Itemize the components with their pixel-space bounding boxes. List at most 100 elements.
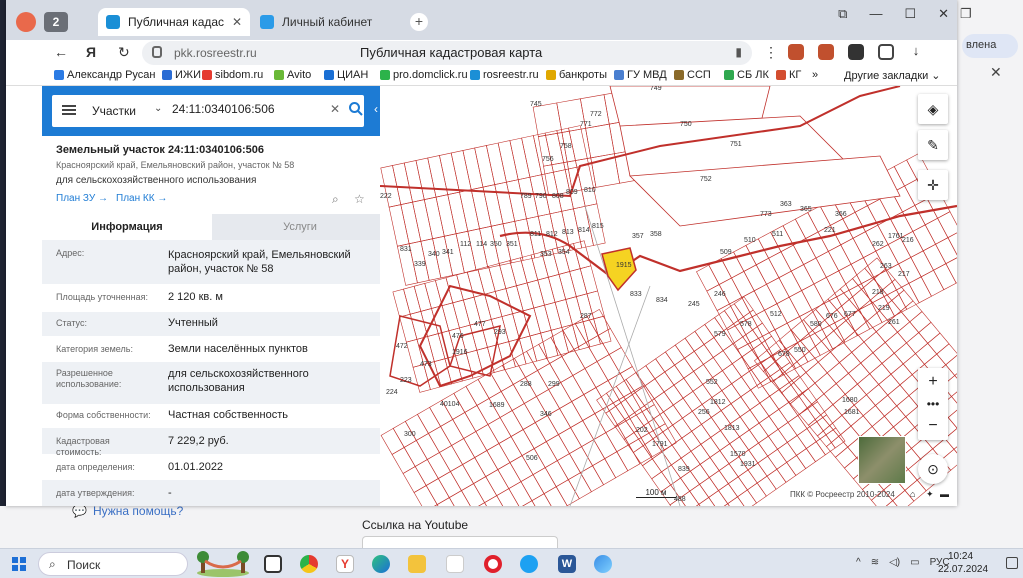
parcel[interactable] [423,196,445,240]
parcel[interactable] [769,368,790,390]
parcel[interactable] [727,496,748,506]
parcel[interactable] [835,372,858,395]
tab-information[interactable]: Информация [42,214,212,240]
store-icon[interactable] [446,555,464,573]
parcel[interactable] [497,341,516,370]
bookmark-item[interactable]: Александр Русан [54,69,156,81]
parcel[interactable] [708,470,729,491]
parcel[interactable] [413,485,438,506]
parcel[interactable] [564,166,586,210]
parcel[interactable] [554,299,573,328]
opera-icon[interactable] [484,555,502,573]
parcel[interactable] [875,394,898,417]
parcel[interactable] [615,399,636,420]
parcel[interactable] [531,493,556,506]
parcel[interactable] [690,443,711,465]
windows-start-icon[interactable] [12,557,26,571]
parcel[interactable] [779,361,800,383]
parcel[interactable] [708,490,729,506]
parcel[interactable] [718,463,739,485]
parcel[interactable] [767,448,788,470]
parcel[interactable] [424,504,449,506]
plan-kk-link[interactable]: План КК → [116,193,167,204]
parcel[interactable] [508,481,533,506]
parcel[interactable] [786,435,807,456]
parcel[interactable] [805,441,826,463]
parcel[interactable] [644,378,665,400]
parcel[interactable] [758,435,778,457]
parcel[interactable] [814,372,837,395]
satellite-minimap[interactable] [858,436,906,484]
parcel[interactable] [703,337,724,358]
parcel[interactable] [576,164,598,207]
parcel[interactable] [820,404,843,427]
parcel[interactable] [866,384,889,406]
parcel[interactable] [830,341,853,364]
parcel[interactable] [718,483,738,505]
new-tab-button[interactable]: + [410,13,428,31]
parcel[interactable] [684,350,704,372]
edge-icon[interactable] [372,555,390,573]
parcel[interactable] [829,414,852,437]
bookmark-item[interactable]: банкроты [546,69,607,81]
parcel[interactable] [882,278,905,301]
parcel[interactable] [769,388,790,410]
download-icon[interactable]: ↓ [908,44,924,60]
chrome-icon[interactable] [300,555,318,573]
parcel[interactable] [561,324,580,353]
parcel[interactable] [945,256,957,284]
parcel[interactable] [462,147,484,191]
parcel[interactable] [455,230,477,274]
parcel[interactable] [750,382,771,404]
parcel[interactable] [518,335,538,365]
parcel[interactable] [698,497,719,506]
parcel[interactable] [703,357,723,378]
parcel[interactable] [579,265,598,295]
parcel[interactable] [890,363,913,386]
parcel[interactable] [615,379,636,400]
parcel[interactable] [737,469,758,491]
parcel[interactable] [768,408,789,430]
clock-time[interactable]: 10:24 [948,551,973,562]
parcel[interactable] [424,280,443,309]
parcel[interactable] [526,279,545,309]
parcel[interactable] [796,448,816,470]
parcel[interactable] [470,186,492,230]
bookmark-item[interactable]: ССП [674,69,711,81]
parcel[interactable] [522,307,541,337]
parcel[interactable] [606,385,626,407]
help-link[interactable]: 💬 Нужна помощь? [72,504,183,518]
parcel[interactable] [710,430,731,451]
parcel[interactable] [672,417,693,439]
settings-icon[interactable]: ✦ [926,489,934,500]
parcel[interactable] [872,342,895,364]
clear-icon[interactable]: ✕ [330,102,340,116]
parcel[interactable] [863,331,886,354]
parcel[interactable] [543,486,568,506]
parcel[interactable] [746,482,767,504]
cadastral-map[interactable]: 745 749 750 751 752 773 363 365 366 771 772 758 756 7… [380,86,957,506]
parcel[interactable] [857,299,880,322]
back-arrow-icon[interactable]: ← [54,44,68,60]
parcel[interactable] [693,343,714,365]
parcel[interactable] [700,437,721,458]
star-icon[interactable]: ☆ [354,192,365,206]
parcel[interactable] [739,429,759,451]
parcel[interactable] [739,409,760,431]
parcel[interactable] [544,301,563,331]
weather-icon[interactable] [594,555,612,573]
parcel[interactable] [441,302,460,332]
parcel[interactable] [509,257,528,287]
maximize-icon[interactable]: ☐ [904,6,916,22]
object-type-select[interactable]: Участки [92,104,136,118]
parcel[interactable] [654,371,675,393]
parcel[interactable] [456,271,475,301]
parcel[interactable] [722,363,742,385]
parcel[interactable] [642,458,662,480]
parcel[interactable] [447,191,469,235]
parcel[interactable] [947,406,957,429]
parcel[interactable] [731,356,752,378]
parcel[interactable] [684,330,705,352]
parcel[interactable] [953,438,957,461]
parcel[interactable] [936,343,957,366]
